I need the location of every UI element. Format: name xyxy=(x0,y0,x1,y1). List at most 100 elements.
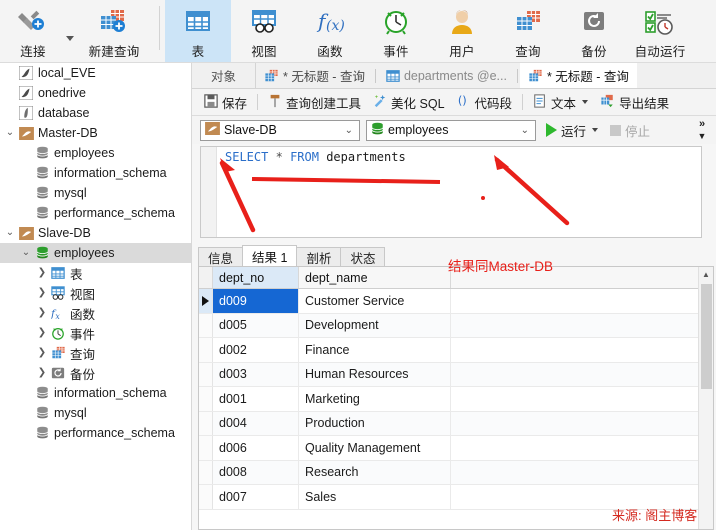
grid-vertical-scrollbar[interactable]: ▲ xyxy=(698,267,713,529)
cell-dept-name[interactable]: Sales xyxy=(299,485,451,509)
cell-dept-name[interactable]: Development xyxy=(299,313,451,337)
column-header-dept-no[interactable]: dept_no xyxy=(213,267,299,288)
chevron-down-icon[interactable] xyxy=(582,100,589,104)
cell-dept-name[interactable]: Quality Management xyxy=(299,436,451,460)
toolbar-button-function[interactable]: f (x) 函数 xyxy=(297,0,363,62)
toolbar-overflow-button[interactable]: » ▼ xyxy=(692,118,712,141)
result-grid[interactable]: dept_no dept_name d009 Customer Service d0… xyxy=(198,266,714,530)
tree-item-employees[interactable]: ⌄ employees xyxy=(0,243,191,263)
chevron-down-icon[interactable]: ⌄ xyxy=(3,228,17,238)
run-button[interactable]: 运行 xyxy=(546,121,599,140)
cell-dept-name[interactable]: Production xyxy=(299,411,451,435)
toolbar-button-automation[interactable]: 自动运行 xyxy=(627,0,693,62)
tree-item-onedrive[interactable]: onedrive xyxy=(0,83,191,103)
tree-item-node[interactable]: ❯ 备份 xyxy=(0,363,191,383)
toolbar-button-backup[interactable]: 备份 xyxy=(561,0,627,62)
cell-dept-no[interactable]: d002 xyxy=(213,338,299,362)
tree-item-local_EVE[interactable]: local_EVE xyxy=(0,63,191,83)
tree-item-mysql[interactable]: mysql xyxy=(0,183,191,203)
table-row[interactable]: d003 Human Resources xyxy=(199,362,713,387)
document-tab-0[interactable]: * 无标题 - 查询 xyxy=(256,63,373,88)
text-mode-button[interactable]: 文本 xyxy=(527,91,594,113)
tab-objects[interactable]: 对象 xyxy=(192,63,256,88)
sql-token: SELECT xyxy=(225,150,269,164)
tree-item-information_schema[interactable]: information_schema xyxy=(0,383,191,403)
tree-item-performance_schema[interactable]: performance_schema xyxy=(0,423,191,443)
save-button[interactable]: 保存 xyxy=(198,91,253,113)
toolbar-button-new-query[interactable]: 新建查询 xyxy=(74,0,154,62)
code-snippet-button[interactable]: () 代码段 xyxy=(451,91,519,113)
export-result-button[interactable]: 导出结果 xyxy=(594,91,675,113)
tree-item-node[interactable]: ❯ 视图 xyxy=(0,283,191,303)
scrollbar-thumb[interactable] xyxy=(701,284,712,389)
chevron-right-icon[interactable]: ❯ xyxy=(35,348,49,358)
cell-dept-no[interactable]: d003 xyxy=(213,362,299,386)
tree-item-node[interactable]: ❯ 表 xyxy=(0,263,191,283)
tree-item-information_schema[interactable]: information_schema xyxy=(0,163,191,183)
result-tab-2[interactable]: 剖析 xyxy=(296,247,342,267)
result-tab-3[interactable]: 状态 xyxy=(340,247,386,267)
cell-dept-name[interactable]: Research xyxy=(299,460,451,484)
cell-dept-no[interactable]: d008 xyxy=(213,460,299,484)
cell-dept-no[interactable]: d009 xyxy=(213,289,299,313)
chevron-down-icon[interactable]: ⌄ xyxy=(3,128,17,138)
tree-item-mysql[interactable]: mysql xyxy=(0,403,191,423)
cell-dept-no[interactable]: d006 xyxy=(213,436,299,460)
query-builder-button[interactable]: 查询创建工具 xyxy=(262,91,367,113)
toolbar-button-table[interactable]: 表 xyxy=(165,0,231,62)
document-tab-2[interactable]: * 无标题 - 查询 xyxy=(519,63,637,88)
cell-dept-no[interactable]: d007 xyxy=(213,485,299,509)
document-tab-1[interactable]: departments @e... xyxy=(378,63,515,88)
toolbar-button-query[interactable]: 查询 xyxy=(495,0,561,62)
toolbar-button-event[interactable]: 事件 xyxy=(363,0,429,62)
chevron-down-icon[interactable]: ▼ xyxy=(692,131,712,141)
chevron-right-icon[interactable]: ❯ xyxy=(35,368,49,378)
tree-item-node[interactable]: ❯ 事件 xyxy=(0,323,191,343)
result-tab-0[interactable]: 信息 xyxy=(198,247,244,267)
action-label: 代码段 xyxy=(474,96,513,111)
tree-item-performance_schema[interactable]: performance_schema xyxy=(0,203,191,223)
tree-item-employees[interactable]: employees xyxy=(0,143,191,163)
chevron-down-icon[interactable]: ⌄ xyxy=(342,125,356,136)
cell-dept-name[interactable]: Finance xyxy=(299,338,451,362)
toolbar-button-view[interactable]: 视图 xyxy=(231,0,297,62)
connect-dropdown-caret-icon[interactable] xyxy=(66,35,74,41)
chevron-down-icon[interactable]: ⌄ xyxy=(19,248,33,258)
chevron-down-icon[interactable] xyxy=(592,128,599,132)
cell-dept-no[interactable]: d001 xyxy=(213,387,299,411)
cell-dept-name[interactable]: Customer Service xyxy=(299,289,451,313)
table-row[interactable]: d001 Marketing xyxy=(199,387,713,412)
cell-dept-name[interactable]: Human Resources xyxy=(299,362,451,386)
cell-dept-no[interactable]: d004 xyxy=(213,411,299,435)
tree-item-database[interactable]: database xyxy=(0,103,191,123)
table-row[interactable]: d002 Finance xyxy=(199,338,713,363)
chevron-down-icon[interactable]: ⌄ xyxy=(518,125,532,136)
toolbar-divider xyxy=(257,94,259,110)
result-tab-1[interactable]: 结果 1 xyxy=(242,245,298,267)
tree-item-node[interactable]: ❯ 查询 xyxy=(0,343,191,363)
chevron-right-icon[interactable]: ❯ xyxy=(35,288,49,298)
object-tree-panel[interactable]: local_EVE onedrive database ⌄ Master-DB emplo… xyxy=(0,63,192,530)
cell-dept-no[interactable]: d005 xyxy=(213,313,299,337)
chevron-right-icon[interactable]: ❯ xyxy=(35,268,49,278)
toolbar-button-user[interactable]: 用户 xyxy=(429,0,495,62)
table-row[interactable]: d005 Development xyxy=(199,313,713,338)
chevron-right-icon[interactable]: ❯ xyxy=(35,328,49,338)
beautify-sql-button[interactable]: 美化 SQL xyxy=(367,91,451,113)
table-row[interactable]: d004 Production xyxy=(199,411,713,436)
tree-item-Slave-DB[interactable]: ⌄ Slave-DB xyxy=(0,223,191,243)
tree-item-Master-DB[interactable]: ⌄ Master-DB xyxy=(0,123,191,143)
toolbar-button-connect[interactable]: 连接 xyxy=(0,0,66,62)
sql-editor[interactable]: SELECT * FROM departments xyxy=(200,146,702,238)
table-row[interactable]: d006 Quality Management xyxy=(199,436,713,461)
cell-dept-name[interactable]: Marketing xyxy=(299,387,451,411)
chevron-right-icon[interactable]: ❯ xyxy=(35,308,49,318)
database-select[interactable]: employees ⌄ xyxy=(366,119,536,141)
run-label: 运行 xyxy=(561,124,587,139)
table-row[interactable]: d009 Customer Service xyxy=(199,289,713,314)
tree-item-node[interactable]: ❯ f x 函数 xyxy=(0,303,191,323)
column-header-dept-name[interactable]: dept_name xyxy=(299,267,451,288)
table-row[interactable]: d008 Research xyxy=(199,460,713,485)
connection-select[interactable]: Slave-DB ⌄ xyxy=(200,119,360,141)
scroll-up-icon[interactable]: ▲ xyxy=(699,267,713,282)
